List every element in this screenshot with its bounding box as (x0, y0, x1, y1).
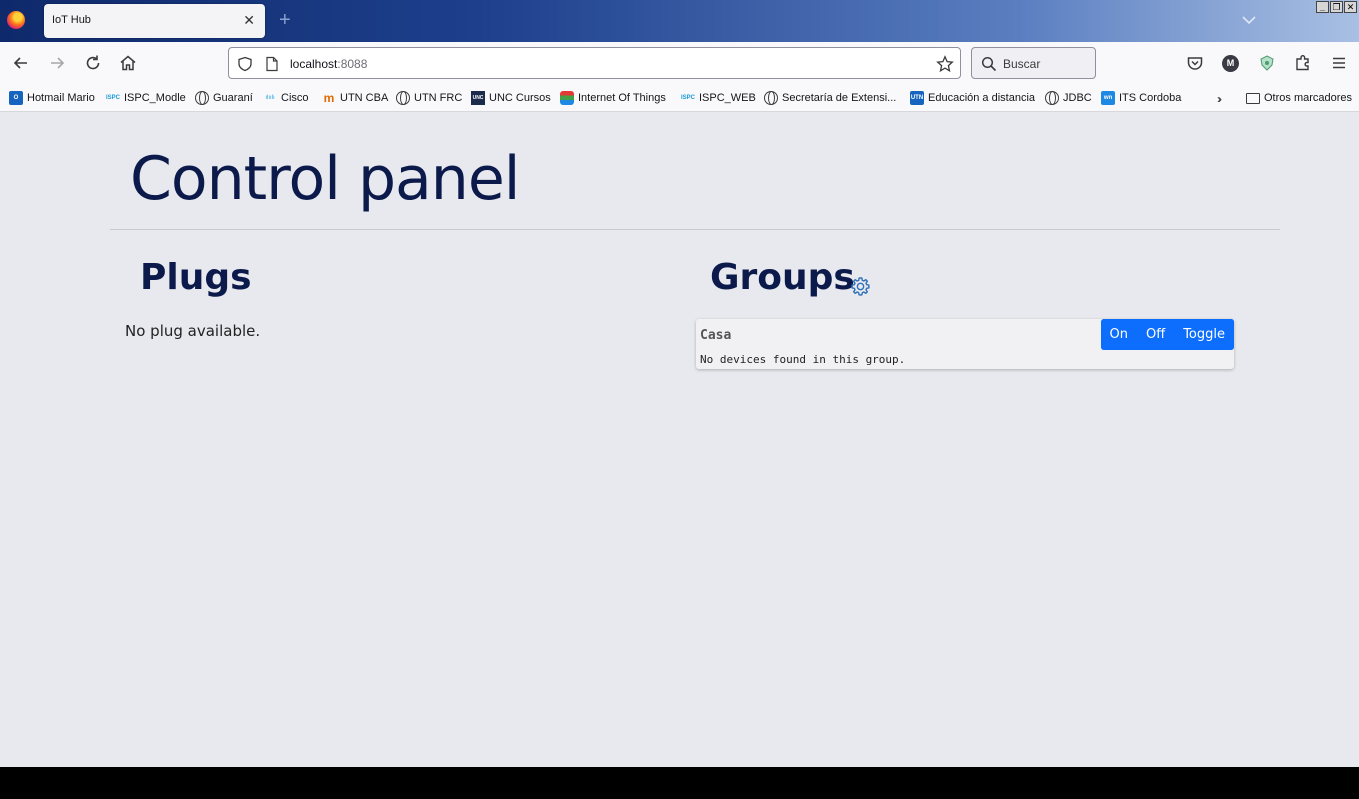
extensions-puzzle-icon[interactable] (1293, 53, 1313, 73)
page-content: Control panel Plugs No plug available. G… (0, 112, 1359, 767)
group-off-button[interactable]: Off (1136, 319, 1175, 350)
restore-button[interactable]: ❐ (1330, 1, 1343, 13)
bookmark-label: Otros marcadores (1264, 92, 1353, 104)
bookmarks-overflow-chevron-icon[interactable]: ›› (1217, 92, 1222, 106)
cisco-icon: ılıılı (265, 95, 275, 101)
bookmark-label: ISPC_Modle (124, 92, 186, 104)
home-icon[interactable] (118, 53, 138, 73)
bookmark-star-icon[interactable] (936, 55, 954, 73)
bookmark-label: JDBC (1063, 92, 1092, 104)
group-on-button[interactable]: On (1100, 319, 1137, 350)
bookmark-guarani[interactable]: Guaraní (195, 90, 253, 106)
tab-close-icon[interactable]: ✕ (243, 11, 255, 29)
group-card: Casa On Off Toggle No devices found in t… (696, 319, 1234, 369)
back-arrow-icon[interactable] (11, 53, 31, 73)
bookmark-its-cordoba[interactable]: wn ITS Cordoba (1101, 90, 1181, 106)
globe-icon (764, 91, 778, 105)
bookmark-label: ISPC_WEB (699, 92, 756, 104)
unc-icon: UNC (471, 91, 485, 105)
bookmark-label: Secretaría de Extensi... (782, 92, 897, 104)
wn-icon: wn (1101, 91, 1115, 105)
bookmark-label: UTN CBA (340, 92, 389, 104)
firefox-logo-icon[interactable] (7, 11, 25, 29)
bookmark-hotmail[interactable]: O Hotmail Mario (9, 90, 95, 106)
bookmark-label: UNC Cursos (489, 92, 551, 104)
tab-title: IoT Hub (52, 14, 91, 26)
outlook-icon: O (9, 91, 23, 105)
globe-icon (396, 91, 410, 105)
bookmark-cisco[interactable]: ılıılı Cisco (263, 90, 309, 106)
bookmark-other[interactable]: Otros marcadores (1246, 90, 1352, 106)
divider (110, 229, 1280, 230)
bookmark-ispc-modle[interactable]: ISPC ISPC_Modle (106, 90, 186, 106)
pocket-icon[interactable] (1185, 53, 1205, 73)
ispc-icon: ISPC (106, 95, 121, 101)
shield-icon[interactable] (237, 56, 253, 72)
plugs-heading: Plugs (140, 257, 252, 298)
group-actions: On Off Toggle (1100, 319, 1234, 350)
tab-iot-hub[interactable]: IoT Hub ✕ (44, 4, 265, 38)
bookmark-label: Internet Of Things (578, 92, 666, 104)
close-window-button[interactable]: ✕ (1344, 1, 1357, 13)
bookmark-label: Cisco (281, 92, 309, 104)
plugs-empty-message: No plug available. (125, 322, 261, 340)
page-icon[interactable] (265, 56, 279, 72)
bookmark-utn-cba[interactable]: m UTN CBA (322, 90, 389, 106)
bookmark-ispc-web[interactable]: ISPC ISPC_WEB (681, 90, 756, 106)
folder-icon (1246, 92, 1260, 104)
bookmark-secretaria[interactable]: Secretaría de Extensi... (764, 90, 896, 106)
extension-shield-icon[interactable] (1257, 53, 1277, 73)
bookmark-utn-frc[interactable]: UTN FRC (396, 90, 462, 106)
bookmark-jdbc[interactable]: JDBC (1045, 90, 1092, 106)
utn-icon: UTN (910, 91, 924, 105)
bookmark-educacion[interactable]: UTN Educación a distancia (910, 90, 1035, 106)
iot-icon (560, 91, 574, 105)
bookmark-label: Guaraní (213, 92, 253, 104)
list-all-tabs-icon[interactable] (1241, 12, 1257, 28)
ispc-icon: ISPC (681, 95, 696, 101)
new-tab-button[interactable]: + (279, 9, 291, 31)
taskbar (0, 767, 1359, 799)
menu-icon[interactable] (1329, 53, 1349, 73)
bookmark-label: Educación a distancia (928, 92, 1036, 104)
navigation-toolbar: localhost:8088 Buscar M (0, 42, 1359, 84)
page-title: Control panel (130, 144, 520, 214)
bookmark-unc-cursos[interactable]: UNC UNC Cursos (471, 90, 551, 106)
group-empty-message: No devices found in this group. (700, 353, 906, 366)
minimize-button[interactable]: _ (1316, 1, 1329, 13)
group-toggle-button[interactable]: Toggle (1174, 319, 1234, 350)
gear-icon[interactable] (850, 276, 871, 297)
globe-icon (1045, 91, 1059, 105)
globe-icon (195, 91, 209, 105)
groups-heading: Groups (710, 257, 855, 298)
window-controls: _ ❐ ✕ (1316, 1, 1357, 13)
bookmarks-toolbar: O Hotmail Mario ISPC ISPC_Modle Guaraní … (0, 84, 1359, 112)
url-bar[interactable]: localhost:8088 (228, 47, 961, 79)
url-text: localhost:8088 (290, 57, 367, 71)
account-avatar[interactable]: M (1222, 55, 1239, 72)
browser-titlebar: IoT Hub ✕ + _ ❐ ✕ (0, 0, 1359, 42)
bookmark-label: UTN FRC (414, 92, 463, 104)
search-bar[interactable]: Buscar (971, 47, 1096, 79)
url-port: :8088 (337, 57, 368, 71)
search-icon (981, 56, 997, 72)
bookmark-label: ITS Cordoba (1119, 92, 1182, 104)
forward-arrow-icon[interactable] (47, 53, 67, 73)
group-name: Casa (700, 328, 732, 343)
search-placeholder: Buscar (1003, 57, 1041, 71)
bookmark-iot[interactable]: Internet Of Things (560, 90, 666, 106)
moodle-icon: m (323, 91, 335, 105)
reload-icon[interactable] (83, 53, 103, 73)
url-host: localhost (290, 57, 338, 71)
bookmark-label: Hotmail Mario (27, 92, 95, 104)
